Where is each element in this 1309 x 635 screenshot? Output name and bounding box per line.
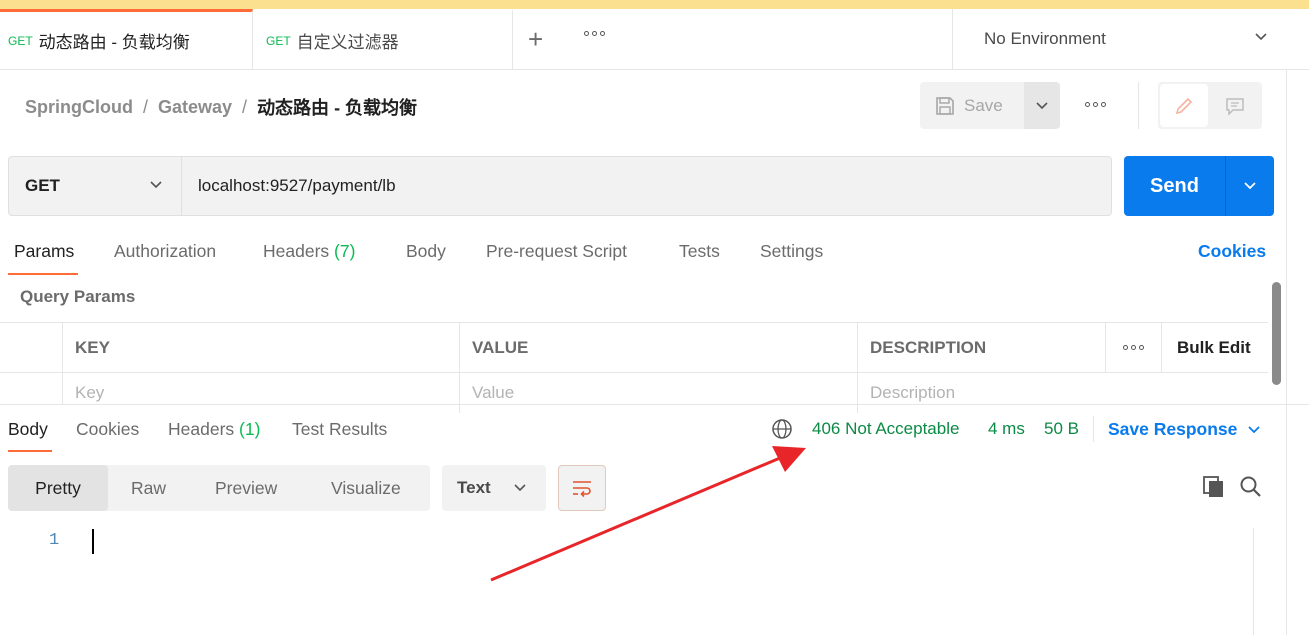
pencil-icon <box>1175 97 1193 114</box>
response-time[interactable]: 4 ms <box>988 419 1025 439</box>
save-icon <box>936 96 954 115</box>
tab-tests[interactable]: Tests <box>679 241 720 262</box>
environment-label: No Environment <box>984 29 1106 48</box>
response-tab-headers[interactable]: Headers (1) <box>168 419 260 440</box>
response-headers-label: Headers <box>168 419 235 439</box>
tab-title: 自定义过滤器 <box>296 33 399 52</box>
response-headers-count: (1) <box>239 419 261 439</box>
tab-prerequest-script[interactable]: Pre-request Script <box>486 241 627 262</box>
view-visualize-button[interactable]: Visualize <box>331 465 401 511</box>
params-table: KEY VALUE DESCRIPTION Bulk Edit Key Valu… <box>0 322 1268 413</box>
send-options-button[interactable] <box>1225 156 1274 216</box>
breadcrumb-collection[interactable]: SpringCloud <box>25 97 133 118</box>
tab-headers-label: Headers <box>263 241 330 261</box>
tab-body[interactable]: Body <box>406 241 446 262</box>
chevron-down-icon[interactable] <box>1254 30 1268 44</box>
comment-icon <box>1226 97 1244 116</box>
more-options-icon <box>1123 345 1144 350</box>
breadcrumb: SpringCloud / Gateway / 动态路由 - 负载均衡 <box>25 94 417 120</box>
status-divider <box>1093 416 1094 442</box>
globe-icon[interactable] <box>771 418 793 440</box>
view-pretty-button[interactable]: Pretty <box>8 465 108 511</box>
breadcrumb-folder[interactable]: Gateway <box>158 97 232 118</box>
line-number: 1 <box>49 531 60 550</box>
key-input[interactable]: Key <box>63 373 460 413</box>
view-raw-button[interactable]: Raw <box>131 465 166 511</box>
column-header-value: VALUE <box>460 323 858 373</box>
column-header-description: DESCRIPTION <box>858 323 1106 373</box>
chevron-down-icon <box>1248 425 1261 433</box>
chevron-down-icon[interactable] <box>148 177 164 193</box>
new-tab-plus-icon[interactable]: + <box>528 26 543 52</box>
format-value: Text <box>457 478 491 497</box>
send-button[interactable]: Send <box>1124 156 1225 216</box>
breadcrumb-separator: / <box>142 96 148 117</box>
chevron-down-icon <box>1036 101 1048 109</box>
chevron-down-icon <box>514 484 526 492</box>
tab-authorization[interactable]: Authorization <box>114 241 216 262</box>
comments-button[interactable] <box>1212 84 1258 127</box>
value-input[interactable]: Value <box>460 373 858 413</box>
copy-icon[interactable] <box>1201 474 1227 500</box>
table-more-button[interactable] <box>1106 323 1162 373</box>
tab-method-label: GET <box>266 33 291 48</box>
edit-button[interactable] <box>1160 84 1208 127</box>
active-tab-indicator <box>8 450 52 452</box>
tab-params[interactable]: Params <box>14 241 74 262</box>
response-tab-body[interactable]: Body <box>8 419 48 440</box>
header-divider <box>1138 82 1139 129</box>
response-tab-test-results[interactable]: Test Results <box>292 419 387 440</box>
response-size[interactable]: 50 B <box>1044 419 1079 439</box>
url-input[interactable] <box>181 156 1112 216</box>
query-params-title: Query Params <box>20 287 136 306</box>
table-checkbox-cell <box>0 373 63 405</box>
pane-divider[interactable] <box>0 404 1309 405</box>
table-checkbox-column <box>0 323 63 373</box>
save-label: Save <box>964 95 1003 115</box>
cookies-link[interactable]: Cookies <box>1198 241 1266 262</box>
method-value: GET <box>25 176 60 195</box>
save-button[interactable]: Save <box>920 82 1024 129</box>
status-code[interactable]: 406 Not Acceptable <box>812 419 959 439</box>
headers-count: (7) <box>334 241 356 261</box>
save-response-button[interactable]: Save Response <box>1108 419 1261 440</box>
view-preview-button[interactable]: Preview <box>215 465 277 511</box>
editor-scroll-track <box>1253 528 1254 635</box>
wrap-lines-button[interactable] <box>558 465 606 511</box>
column-header-key: KEY <box>63 323 460 373</box>
more-options-icon[interactable] <box>1085 102 1106 107</box>
description-input[interactable]: Description <box>858 373 1268 413</box>
save-response-label: Save Response <box>1108 419 1238 439</box>
breadcrumb-request-name[interactable]: 动态路由 - 负载均衡 <box>257 94 417 120</box>
response-tab-cookies[interactable]: Cookies <box>76 419 139 440</box>
tab-method-label: GET <box>8 33 33 48</box>
scrollbar-thumb[interactable] <box>1272 282 1281 385</box>
wrap-lines-icon <box>573 481 591 498</box>
text-cursor <box>92 529 94 554</box>
page-right-border <box>1286 69 1287 635</box>
tab-title: 动态路由 - 负载均衡 <box>38 33 190 52</box>
chevron-down-icon <box>1244 182 1256 190</box>
breadcrumb-separator: / <box>242 96 248 117</box>
tab-more-options-icon[interactable] <box>584 31 605 36</box>
active-tab-indicator <box>8 273 78 275</box>
top-stripe <box>0 0 1309 9</box>
bulk-edit-button[interactable]: Bulk Edit <box>1162 323 1268 373</box>
tab-headers[interactable]: Headers (7) <box>263 241 355 262</box>
tab-custom-filter[interactable]: GET 自定义过滤器 <box>253 9 513 69</box>
tab-bar: GET 动态路由 - 负载均衡 GET 自定义过滤器 + No Environm… <box>0 9 1309 70</box>
format-select[interactable]: Text <box>442 465 546 511</box>
send-label: Send <box>1150 174 1199 197</box>
search-icon[interactable] <box>1238 474 1264 500</box>
save-options-button[interactable] <box>1024 82 1060 129</box>
tab-settings[interactable]: Settings <box>760 241 823 262</box>
tab-dynamic-route[interactable]: GET 动态路由 - 负载均衡 <box>0 9 253 69</box>
